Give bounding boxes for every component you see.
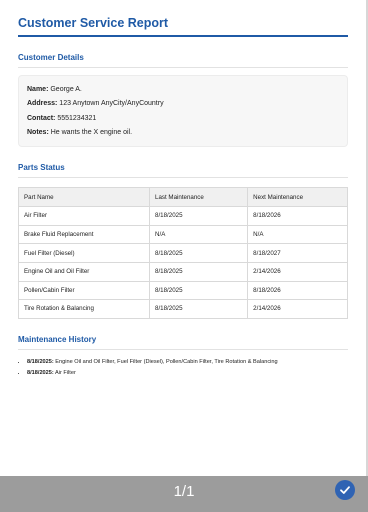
table-row: Engine Oil and Oil Filter 8/18/2025 2/14… <box>18 261 348 282</box>
report-document: Customer Service Report Customer Details… <box>0 0 366 379</box>
check-circle-icon <box>340 486 350 494</box>
maintenance-history-list: 8/18/2025: Engine Oil and Oil Filter, Fu… <box>18 357 348 379</box>
list-item: 8/18/2025: Engine Oil and Oil Filter, Fu… <box>27 357 348 368</box>
column-header-next-maintenance: Next Maintenance <box>247 187 348 208</box>
customer-details-card: Name: George A. Address: 123 Anytown Any… <box>18 75 348 148</box>
customer-notes: He wants the X engine oil. <box>50 128 133 136</box>
next-maintenance-cell: 2/14/2026 <box>247 261 348 282</box>
contact-label: Contact: <box>27 114 56 122</box>
address-label: Address: <box>27 100 58 108</box>
next-maintenance-cell: N/A <box>247 224 348 245</box>
part-name-cell: Fuel Filter (Diesel) <box>18 243 150 263</box>
history-date: 8/18/2025: <box>27 358 54 365</box>
table-header-row: Part Name Last Maintenance Next Maintena… <box>18 187 348 208</box>
table-row: Brake Fluid Replacement N/A N/A <box>18 224 348 245</box>
last-maintenance-cell: N/A <box>148 224 249 245</box>
parts-status-table: Part Name Last Maintenance Next Maintena… <box>18 187 348 319</box>
next-maintenance-cell: 8/18/2027 <box>247 243 348 263</box>
customer-details-heading: Customer Details <box>18 53 348 68</box>
document-page: Customer Service Report Customer Details… <box>0 0 368 476</box>
last-maintenance-cell: 8/18/2025 <box>148 280 249 301</box>
column-header-part-name: Part Name <box>18 187 150 208</box>
last-maintenance-cell: 8/18/2025 <box>148 261 249 282</box>
customer-notes-line: Notes: He wants the X engine oil. <box>27 126 339 140</box>
confirm-button[interactable] <box>335 480 355 500</box>
name-label: Name: <box>27 86 49 93</box>
customer-address: 123 Anytown AnyCity/AnyCountry <box>59 100 164 108</box>
customer-address-line: Address: 123 Anytown AnyCity/AnyCountry <box>27 97 339 111</box>
customer-name-line: Name: George A. <box>27 83 339 97</box>
page-indicator: 1/1 <box>173 483 195 500</box>
next-maintenance-cell: 2/14/2026 <box>247 299 348 319</box>
part-name-cell: Brake Fluid Replacement <box>18 224 150 245</box>
maintenance-history-heading: Maintenance History <box>18 335 348 350</box>
part-name-cell: Engine Oil and Oil Filter <box>18 261 150 282</box>
customer-contact: 5551234321 <box>57 114 97 122</box>
table-row: Pollen/Cabin Filter 8/18/2025 8/18/2026 <box>18 280 348 301</box>
table-row: Fuel Filter (Diesel) 8/18/2025 8/18/2027 <box>18 243 348 263</box>
last-maintenance-cell: 8/18/2025 <box>148 243 249 263</box>
column-header-last-maintenance: Last Maintenance <box>148 187 249 208</box>
part-name-cell: Pollen/Cabin Filter <box>18 280 150 301</box>
customer-name: George A. <box>50 86 82 93</box>
table-row: Air Filter 8/18/2025 8/18/2026 <box>18 206 348 226</box>
last-maintenance-cell: 8/18/2025 <box>148 206 249 226</box>
viewer-footer-bar: 1/1 <box>0 476 368 512</box>
history-text: Air Filter <box>53 369 76 376</box>
history-text: Engine Oil and Oil Filter, Fuel Filter (… <box>53 358 278 365</box>
part-name-cell: Air Filter <box>18 206 150 226</box>
customer-contact-line: Contact: 5551234321 <box>27 112 339 126</box>
parts-status-heading: Parts Status <box>18 163 348 179</box>
last-maintenance-cell: 8/18/2025 <box>148 299 249 319</box>
table-row: Tire Rotation & Balancing 8/18/2025 2/14… <box>18 299 348 319</box>
notes-label: Notes: <box>27 128 49 136</box>
list-item: 8/18/2025: Air Filter <box>27 368 348 379</box>
history-date: 8/18/2025: <box>27 369 54 376</box>
report-title: Customer Service Report <box>18 16 348 37</box>
next-maintenance-cell: 8/18/2026 <box>247 280 348 301</box>
part-name-cell: Tire Rotation & Balancing <box>18 299 150 319</box>
next-maintenance-cell: 8/18/2026 <box>247 206 348 226</box>
